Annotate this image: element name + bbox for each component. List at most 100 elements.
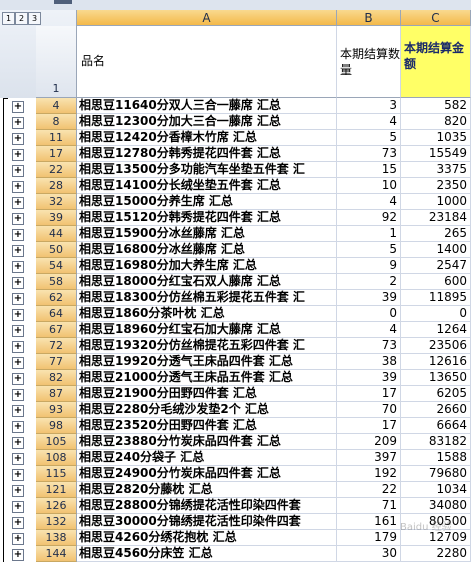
cell-amount[interactable]: 600: [401, 274, 471, 290]
cell-quantity[interactable]: 4: [337, 194, 401, 210]
expand-plus-icon[interactable]: +: [12, 533, 24, 545]
expand-plus-icon[interactable]: +: [12, 213, 24, 225]
cell-amount[interactable]: 820: [401, 114, 471, 130]
cell-quantity[interactable]: 161: [337, 514, 401, 530]
row-header[interactable]: 82: [36, 370, 77, 386]
cell-product-name[interactable]: 相思豆11640分双人三合一藤席 汇总: [77, 98, 337, 114]
row-header[interactable]: 50: [36, 242, 77, 258]
cell-amount[interactable]: 265: [401, 226, 471, 242]
cell-amount[interactable]: 1400: [401, 242, 471, 258]
outline-level-1-button[interactable]: 1: [2, 12, 15, 25]
expand-plus-icon[interactable]: +: [12, 117, 24, 129]
row-header[interactable]: 87: [36, 386, 77, 402]
cell-amount[interactable]: 2350: [401, 178, 471, 194]
cell-product-name[interactable]: 相思豆16980分加大养生席 汇总: [77, 258, 337, 274]
cell-amount[interactable]: 1035: [401, 130, 471, 146]
cell-amount[interactable]: 2660: [401, 402, 471, 418]
cell-quantity[interactable]: 39: [337, 370, 401, 386]
cell-product-name[interactable]: 相思豆4260分绣花抱枕 汇总: [77, 530, 337, 546]
cell-product-name[interactable]: 相思豆28800分锦绣提花活性印染四件套: [77, 498, 337, 514]
cell-amount[interactable]: 6664: [401, 418, 471, 434]
cell-quantity[interactable]: 179: [337, 530, 401, 546]
cell-amount[interactable]: 23506: [401, 338, 471, 354]
expand-plus-icon[interactable]: +: [12, 261, 24, 273]
row-header[interactable]: 108: [36, 450, 77, 466]
cell-amount[interactable]: 15549: [401, 146, 471, 162]
cell-product-name[interactable]: 相思豆2820分藤枕 汇总: [77, 482, 337, 498]
expand-plus-icon[interactable]: +: [12, 197, 24, 209]
row-header[interactable]: 62: [36, 290, 77, 306]
cell-product-name[interactable]: 相思豆19920分透气王床品四件套 汇总: [77, 354, 337, 370]
row-header[interactable]: 77: [36, 354, 77, 370]
cell-quantity[interactable]: 17: [337, 386, 401, 402]
cell-product-name[interactable]: 相思豆23880分竹炭床品四件套 汇总: [77, 434, 337, 450]
cell-product-name[interactable]: 相思豆2280分毛绒沙发垫2个 汇总: [77, 402, 337, 418]
cell-product-name[interactable]: 相思豆15900分冰丝藤席 汇总: [77, 226, 337, 242]
column-header-b[interactable]: B: [337, 10, 401, 26]
cell-quantity[interactable]: 92: [337, 210, 401, 226]
cell-quantity[interactable]: 39: [337, 290, 401, 306]
expand-plus-icon[interactable]: +: [12, 277, 24, 289]
expand-plus-icon[interactable]: +: [12, 437, 24, 449]
cell-quantity[interactable]: 192: [337, 466, 401, 482]
row-header[interactable]: 22: [36, 162, 77, 178]
cell-quantity[interactable]: 397: [337, 450, 401, 466]
cell-product-name[interactable]: 相思豆24900分竹炭床品四件套 汇总: [77, 466, 337, 482]
cell-amount[interactable]: 13650: [401, 370, 471, 386]
row-header-1[interactable]: 1: [36, 26, 77, 98]
row-header[interactable]: 28: [36, 178, 77, 194]
expand-plus-icon[interactable]: +: [12, 549, 24, 561]
cell-product-name[interactable]: 相思豆15120分韩秀提花四件套 汇总: [77, 210, 337, 226]
header-cell-amount[interactable]: 本期结算金额: [401, 26, 471, 98]
cell-amount[interactable]: 12616: [401, 354, 471, 370]
cell-quantity[interactable]: 2: [337, 274, 401, 290]
cell-amount[interactable]: 582: [401, 98, 471, 114]
cell-product-name[interactable]: 相思豆16800分冰丝藤席 汇总: [77, 242, 337, 258]
expand-plus-icon[interactable]: +: [12, 501, 24, 513]
expand-plus-icon[interactable]: +: [12, 357, 24, 369]
outline-level-3-button[interactable]: 3: [28, 12, 41, 25]
cell-quantity[interactable]: 1: [337, 226, 401, 242]
cell-quantity[interactable]: 5: [337, 130, 401, 146]
expand-plus-icon[interactable]: +: [12, 405, 24, 417]
expand-plus-icon[interactable]: +: [12, 293, 24, 305]
row-header[interactable]: 8: [36, 114, 77, 130]
expand-plus-icon[interactable]: +: [12, 309, 24, 321]
cell-quantity[interactable]: 209: [337, 434, 401, 450]
cell-product-name[interactable]: 相思豆18300分仿丝棉五彩提花五件套 汇: [77, 290, 337, 306]
cell-amount[interactable]: 23184: [401, 210, 471, 226]
cell-amount[interactable]: 79680: [401, 466, 471, 482]
cell-amount[interactable]: 34080: [401, 498, 471, 514]
row-header[interactable]: 93: [36, 402, 77, 418]
expand-plus-icon[interactable]: +: [12, 325, 24, 337]
row-header[interactable]: 54: [36, 258, 77, 274]
cell-product-name[interactable]: 相思豆12780分韩秀提花四件套 汇总: [77, 146, 337, 162]
cell-quantity[interactable]: 22: [337, 482, 401, 498]
row-header[interactable]: 39: [36, 210, 77, 226]
row-header[interactable]: 72: [36, 338, 77, 354]
cell-amount[interactable]: 11895: [401, 290, 471, 306]
cell-product-name[interactable]: 相思豆13500分多功能汽车坐垫五件套 汇: [77, 162, 337, 178]
expand-plus-icon[interactable]: +: [12, 101, 24, 113]
expand-plus-icon[interactable]: +: [12, 181, 24, 193]
cell-amount[interactable]: 6205: [401, 386, 471, 402]
cell-amount[interactable]: 1588: [401, 450, 471, 466]
cell-product-name[interactable]: 相思豆4560分床笠 汇总: [77, 546, 337, 562]
cell-product-name[interactable]: 相思豆240分袋子 汇总: [77, 450, 337, 466]
cell-product-name[interactable]: 相思豆23520分田野四件套 汇总: [77, 418, 337, 434]
cell-quantity[interactable]: 38: [337, 354, 401, 370]
row-header[interactable]: 58: [36, 274, 77, 290]
cell-product-name[interactable]: 相思豆21000分透气王床品五件套 汇总: [77, 370, 337, 386]
cell-quantity[interactable]: 73: [337, 338, 401, 354]
cell-amount[interactable]: 3375: [401, 162, 471, 178]
row-header[interactable]: 4: [36, 98, 77, 114]
cell-amount[interactable]: 83182: [401, 434, 471, 450]
cell-amount[interactable]: 2280: [401, 546, 471, 562]
cell-quantity[interactable]: 4: [337, 114, 401, 130]
row-header[interactable]: 115: [36, 466, 77, 482]
expand-plus-icon[interactable]: +: [12, 165, 24, 177]
header-cell-name[interactable]: 品名: [77, 26, 337, 98]
cell-product-name[interactable]: 相思豆19320分仿丝棉提花五彩四件套 汇: [77, 338, 337, 354]
cell-quantity[interactable]: 15: [337, 162, 401, 178]
expand-plus-icon[interactable]: +: [12, 373, 24, 385]
